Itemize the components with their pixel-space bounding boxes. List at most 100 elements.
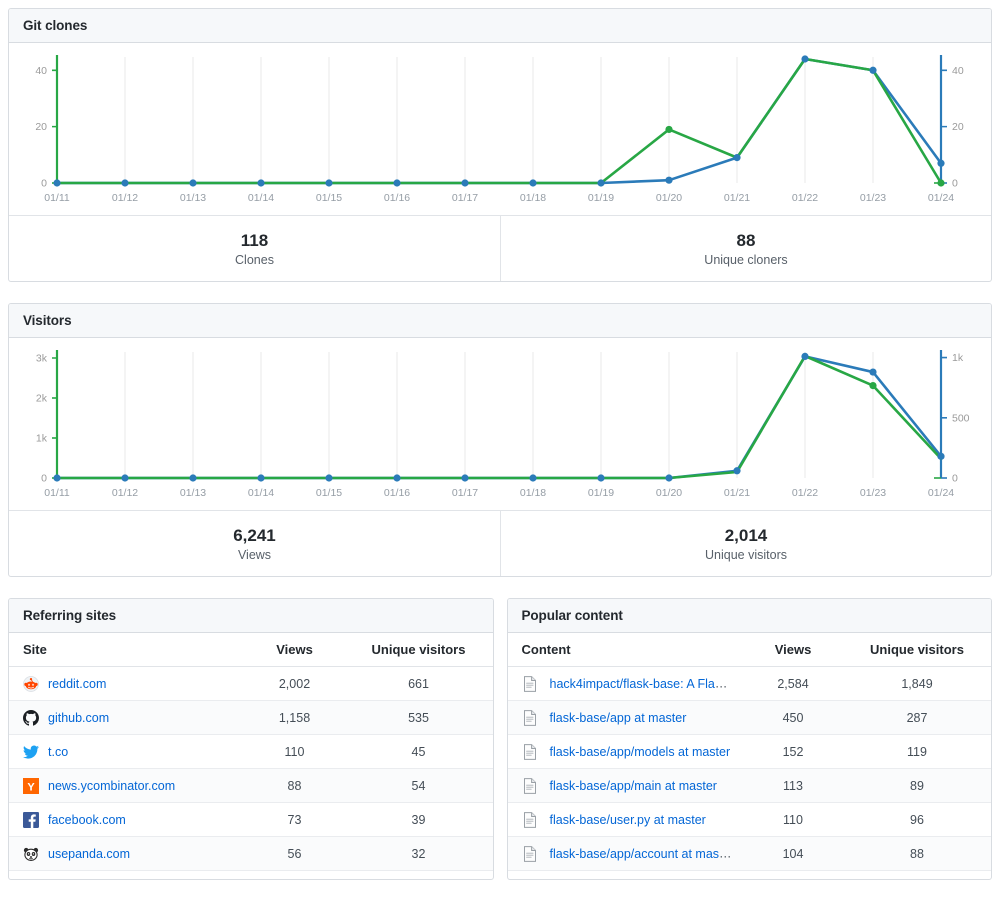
- data-point[interactable]: [529, 179, 537, 187]
- data-point[interactable]: [733, 154, 741, 162]
- row-name-cell: facebook.com: [9, 802, 245, 837]
- data-point[interactable]: [937, 179, 945, 187]
- x-axis-label: 01/20: [656, 487, 682, 499]
- clones-count: 118: [240, 230, 269, 250]
- series-line-unique-cloners: [55, 57, 943, 185]
- data-point[interactable]: [189, 179, 197, 187]
- x-axis-label: 01/13: [180, 487, 206, 499]
- table-row[interactable]: reddit.com 2,002 661: [9, 666, 493, 701]
- table-row[interactable]: t.co 110 45: [9, 734, 493, 769]
- data-point[interactable]: [665, 125, 673, 134]
- partial-cell: [743, 870, 843, 879]
- data-point[interactable]: [665, 176, 673, 184]
- column-header-unique-visitors: Unique visitors: [344, 633, 493, 667]
- data-point[interactable]: [597, 179, 605, 187]
- referring-site-link[interactable]: t.co: [48, 745, 68, 759]
- referring-site-link[interactable]: facebook.com: [48, 813, 126, 827]
- file-icon: [522, 743, 538, 760]
- git-clones-graph[interactable]: 0 20 40 0 20 40 01/11 01/12 01/13 01/14 01/15 01/16…: [9, 43, 991, 215]
- referring-site-link[interactable]: usepanda.com: [48, 847, 130, 861]
- ycombinator-icon: Y: [23, 777, 39, 794]
- views-cell: 450: [743, 700, 843, 735]
- table-row[interactable]: flask-base/app/account at master 104 88: [507, 836, 991, 871]
- content-link[interactable]: hack4impact/flask-base: A Flask a…: [550, 676, 744, 691]
- data-point[interactable]: [869, 382, 877, 390]
- data-point[interactable]: [801, 352, 809, 361]
- x-axis-label: 01/12: [112, 192, 138, 204]
- x-axis-label: 01/17: [452, 487, 478, 499]
- data-point[interactable]: [121, 179, 129, 187]
- left-axis-tick-label: 40: [35, 65, 47, 77]
- row-name-cell: github.com: [9, 700, 245, 735]
- left-axis-tick-label: 0: [41, 178, 47, 190]
- data-point[interactable]: [53, 474, 61, 482]
- table-row[interactable]: github.com 1,158 535: [9, 700, 493, 735]
- series-line-views: [55, 354, 943, 480]
- data-point[interactable]: [937, 159, 945, 167]
- data-point[interactable]: [461, 179, 469, 187]
- unique-visitors-cell: 119: [843, 734, 991, 769]
- unique-visitors-cell: 32: [344, 836, 493, 871]
- data-point[interactable]: [937, 452, 945, 460]
- table-row-partial[interactable]: [9, 870, 493, 879]
- data-point[interactable]: [393, 179, 401, 187]
- right-axis-tick-label: 40: [952, 65, 964, 77]
- right-axis-tick-label: 0: [952, 473, 958, 485]
- data-point[interactable]: [529, 474, 537, 482]
- data-point[interactable]: [801, 55, 809, 63]
- data-point[interactable]: [257, 179, 265, 187]
- referring-site-link[interactable]: reddit.com: [48, 677, 106, 691]
- content-link[interactable]: flask-base/app/account at master: [550, 846, 734, 861]
- data-point[interactable]: [869, 368, 877, 376]
- table-row-partial[interactable]: [507, 870, 991, 879]
- views-cell: 110: [244, 734, 345, 769]
- data-point[interactable]: [257, 474, 265, 482]
- series-line-clones: [55, 57, 943, 185]
- content-link[interactable]: flask-base/app/models at master: [550, 745, 731, 759]
- data-point[interactable]: [665, 474, 673, 482]
- data-point[interactable]: [461, 474, 469, 482]
- data-point[interactable]: [325, 474, 333, 482]
- file-icon: [522, 811, 538, 828]
- visitors-graph[interactable]: 0 1k 2k 3k 0 500 1k 01/11 01/12 01/13 01/14 01/15 01…: [9, 338, 991, 510]
- twitter-icon: [23, 744, 39, 760]
- table-row[interactable]: flask-base/app/main at master 113 89: [507, 768, 991, 803]
- table-row[interactable]: Ynews.ycombinator.com 88 54: [9, 768, 493, 803]
- referring-sites-card: Referring sites Site Views Unique visito…: [8, 598, 494, 880]
- left-axis-tick-label: 1k: [36, 433, 48, 445]
- left-axis-tick-label: 3k: [36, 353, 48, 365]
- unique-visitors-cell: 661: [344, 666, 493, 701]
- data-point[interactable]: [121, 474, 129, 482]
- x-axis-label: 01/18: [520, 192, 546, 204]
- partial-cell: [507, 870, 743, 879]
- content-link[interactable]: flask-base/user.py at master: [550, 813, 706, 827]
- x-axis-label: 01/15: [316, 192, 342, 204]
- data-point[interactable]: [393, 474, 401, 482]
- views-cell: 104: [743, 836, 843, 871]
- x-axis-label: 01/14: [248, 192, 274, 204]
- referring-site-link[interactable]: news.ycombinator.com: [48, 779, 175, 793]
- data-point[interactable]: [325, 179, 333, 187]
- data-point[interactable]: [869, 66, 877, 74]
- table-row[interactable]: flask-base/app/models at master 152 119: [507, 734, 991, 769]
- content-link[interactable]: flask-base/app/main at master: [550, 779, 717, 793]
- x-axis-label: 01/23: [860, 487, 886, 499]
- visitors-summary: 6,241 Views 2,014 Unique visitors: [9, 510, 991, 576]
- data-point[interactable]: [597, 474, 605, 482]
- content-link[interactable]: flask-base/app at master: [550, 711, 687, 725]
- views-summary: 6,241 Views: [9, 511, 500, 576]
- table-row[interactable]: flask-base/app at master 450 287: [507, 700, 991, 735]
- data-point[interactable]: [189, 474, 197, 482]
- table-row[interactable]: facebook.com 73 39: [9, 802, 493, 837]
- table-row[interactable]: hack4impact/flask-base: A Flask a… 2,584 1…: [507, 666, 991, 701]
- table-row[interactable]: flask-base/user.py at master 110 96: [507, 802, 991, 837]
- unique-visitors-cell: 96: [843, 802, 991, 837]
- traffic-page: Git clones 0 20 40 0 20 40 01/11 01/12 01/13 01/1…: [0, 0, 1000, 907]
- visitors-svg: 0 1k 2k 3k 0 500 1k 01/11 01/12 01/13 01/14 01/15 01…: [36, 350, 970, 499]
- referring-site-link[interactable]: github.com: [48, 711, 109, 725]
- svg-text:Y: Y: [27, 781, 35, 793]
- github-icon: [23, 709, 39, 726]
- data-point[interactable]: [733, 467, 741, 475]
- data-point[interactable]: [53, 179, 61, 187]
- table-row[interactable]: usepanda.com 56 32: [9, 836, 493, 871]
